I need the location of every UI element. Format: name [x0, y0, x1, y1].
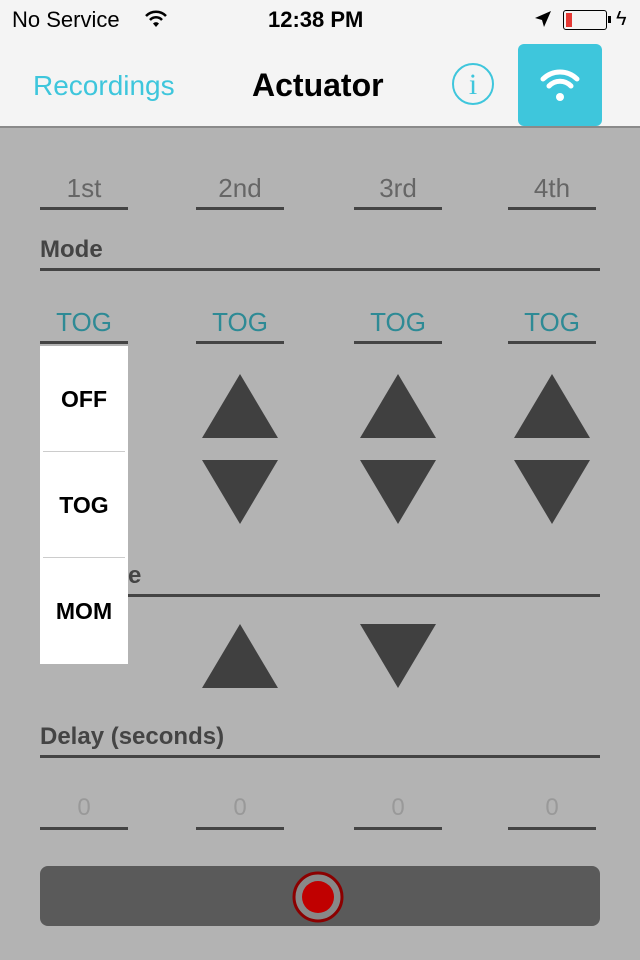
up-arrow-3[interactable] [360, 374, 436, 438]
mode-select-4[interactable]: TOG [508, 304, 596, 344]
dropdown-option-mom[interactable]: MOM [43, 558, 125, 664]
channel-3: 3rd [354, 170, 442, 210]
down-arrow-3[interactable] [360, 460, 436, 524]
battery-icon [563, 10, 607, 30]
delay-input-2[interactable]: 0 [196, 790, 284, 830]
mode-header: Mode [40, 235, 600, 271]
up-arrow-2[interactable] [202, 374, 278, 438]
delay-input-3[interactable]: 0 [354, 790, 442, 830]
mode-select-2[interactable]: TOG [196, 304, 284, 344]
mode-select-1[interactable]: TOG [40, 304, 128, 344]
clock: 12:38 PM [268, 7, 364, 32]
dropdown-option-tog[interactable]: TOG [43, 452, 125, 558]
charging-icon: ϟ [616, 8, 627, 30]
up-arrow[interactable] [202, 624, 278, 688]
delay-input-4[interactable]: 0 [508, 790, 596, 830]
location-icon [535, 11, 551, 27]
info-icon[interactable]: i [452, 63, 494, 105]
record-icon [292, 871, 344, 923]
dropdown-option-off[interactable]: OFF [43, 346, 125, 452]
wifi-icon [540, 69, 580, 101]
channel-2: 2nd [196, 170, 284, 210]
channel-1: 1st [40, 170, 128, 210]
top-bar: No Service 12:38 PM ϟ Recordings Actuato… [0, 0, 640, 128]
wifi-button[interactable] [518, 44, 602, 126]
carrier: No Service [12, 7, 120, 32]
channel-4: 4th [508, 170, 596, 210]
record-button[interactable] [40, 866, 600, 926]
down-arrow-4[interactable] [514, 460, 590, 524]
delay-input-1[interactable]: 0 [40, 790, 128, 830]
mode-select-3[interactable]: TOG [354, 304, 442, 344]
recordings-button[interactable]: Recordings [33, 70, 175, 102]
down-arrow[interactable] [360, 624, 436, 688]
up-arrow-4[interactable] [514, 374, 590, 438]
mode-dropdown: OFF TOG MOM [40, 346, 128, 664]
down-arrow-2[interactable] [202, 460, 278, 524]
delay-header: Delay (seconds) [40, 722, 600, 758]
wifi-signal-icon [145, 10, 167, 27]
page-title: Actuator [252, 67, 384, 103]
